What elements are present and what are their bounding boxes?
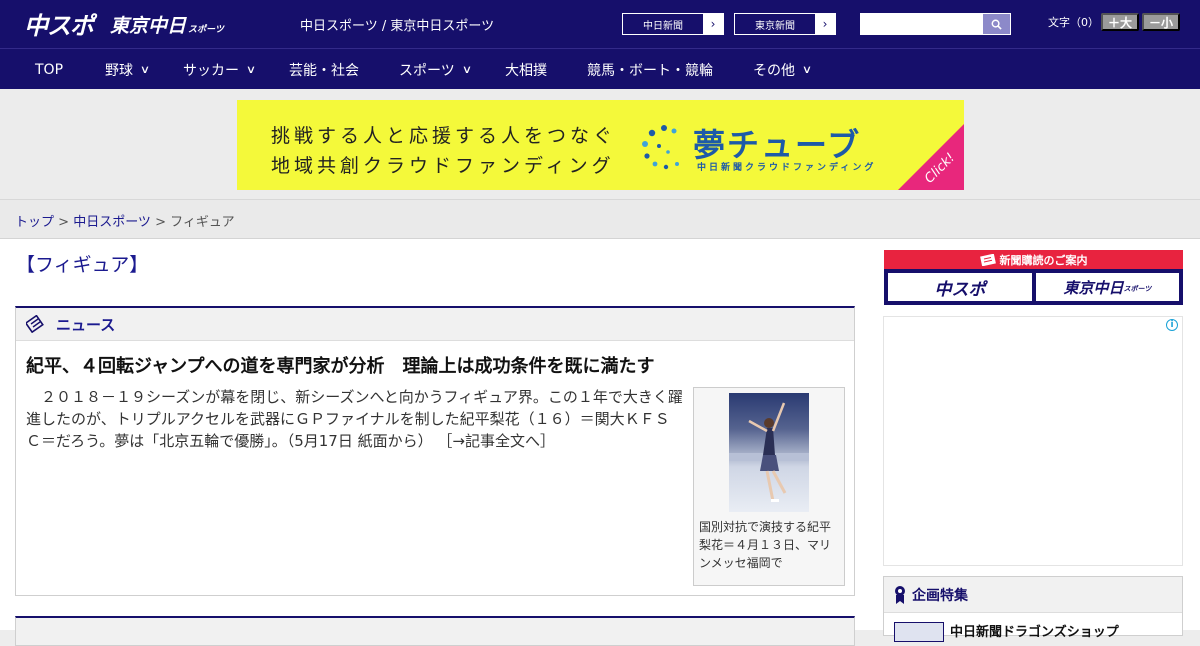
newspaper-icon	[979, 253, 996, 266]
ribbon-icon	[895, 585, 905, 604]
nav-label: その他	[753, 62, 795, 79]
chunichi-shimbun-button[interactable]: 中日新聞 ›	[622, 13, 724, 35]
breadcrumb: トップ > 中日スポーツ > フィギュア	[0, 200, 1200, 239]
chuspo-logo[interactable]: 中スポ	[24, 8, 94, 40]
top-header: 中スポ 東京中日 スポーツ 中日スポーツ / 東京中日スポーツ 中日新聞 › 東京…	[0, 0, 1200, 48]
font-size-label: 文字（0）	[1048, 16, 1099, 29]
search-icon	[991, 19, 1002, 30]
news-label: ニュース	[56, 315, 116, 334]
feature-section: 企画特集 中日新聞ドラゴンズショップ	[883, 576, 1183, 642]
breadcrumb-section[interactable]: 中日スポーツ	[73, 215, 151, 230]
article-summary: ２０１８－１９シーズンが幕を閉じ、新シーズンへと向かうフィギュア界。この１年で大…	[26, 386, 684, 452]
nav-item-racing[interactable]: 競馬・ボート・競輪	[587, 49, 713, 90]
breadcrumb-separator: >	[54, 215, 74, 230]
nav-label: サッカー	[183, 62, 239, 79]
chevron-down-icon: ∨	[461, 63, 473, 76]
nav-label: 芸能・社会	[289, 62, 359, 79]
dots-logo-icon	[642, 125, 679, 170]
nav-label: 野球	[105, 62, 133, 79]
subscription-label: 新聞購読のご案内	[999, 253, 1088, 267]
nav-label: 大相撲	[505, 62, 547, 79]
article-photo[interactable]	[729, 393, 809, 512]
tokyo-chunichi-logo[interactable]: 東京中日 スポーツ	[110, 10, 224, 38]
breadcrumb-separator: >	[150, 215, 171, 230]
nav-label: 競馬・ボート・競輪	[587, 62, 713, 79]
nav-label: TOP	[35, 61, 64, 78]
site-title: 中日スポーツ / 東京中日スポーツ	[300, 19, 495, 34]
subscribe-tokyo-chunichi-button[interactable]: 東京中日 スポーツ	[1036, 273, 1179, 301]
feature-header: 企画特集	[884, 577, 1182, 613]
nav-item-baseball[interactable]: 野球 ∨	[105, 49, 151, 90]
pencil-note-icon	[26, 315, 44, 333]
main-nav: TOP 野球 ∨ サッカー ∨ 芸能・社会 スポーツ ∨ 大相撲 競馬・ボート・競輪 …	[0, 48, 1200, 89]
search-button[interactable]	[982, 13, 1011, 35]
chunichi-shimbun-label: 中日新聞	[643, 20, 683, 32]
subscribe-chuspo-button[interactable]: 中スポ	[888, 273, 1032, 301]
font-decrease-button[interactable]: －小	[1142, 13, 1180, 31]
nav-item-sports[interactable]: スポーツ ∨	[399, 49, 473, 90]
feature-thumbnail[interactable]	[894, 622, 944, 642]
nav-item-other[interactable]: その他 ∨	[753, 49, 813, 90]
chevron-down-icon: ∨	[245, 63, 257, 76]
skater-figure-icon	[729, 402, 809, 502]
chevron-right-icon: ›	[703, 14, 723, 34]
tokyo-chunichi-logo-text: 東京中日	[110, 14, 187, 37]
nav-item-top[interactable]: TOP	[35, 49, 63, 90]
crowdfunding-banner[interactable]: 挑戦する人と応援する人をつなぐ 地域共創クラウドファンディング 夢チューブ 中日…	[237, 100, 964, 190]
photo-caption: 国別対抗で演技する紀平梨花＝４月１３日、マリンメッセ福岡で	[699, 520, 832, 570]
next-section	[15, 616, 855, 646]
banner-line-1: 挑戦する人と応援する人をつなぐ	[271, 125, 617, 147]
page-title: 【フィギュア】	[16, 254, 149, 276]
tokyo-shimbun-button[interactable]: 東京新聞 ›	[734, 13, 836, 35]
article-title[interactable]: 紀平、４回転ジャンプへの道を専門家が分析 理論上は成功条件を既に満たす	[26, 352, 655, 378]
chevron-down-icon: ∨	[139, 63, 151, 76]
subscription-header: 新聞購読のご案内	[884, 250, 1183, 269]
advertisement-slot[interactable]: i	[883, 316, 1183, 566]
banner-line-2: 地域共創クラウドファンディング	[271, 155, 615, 177]
subscribe-tokyo-chunichi-text: 東京中日	[1063, 278, 1124, 297]
read-more-link[interactable]: ［→記事全文へ］	[437, 432, 555, 450]
chevron-down-icon: ∨	[801, 63, 813, 76]
feature-label: 企画特集	[912, 587, 968, 604]
subscribe-tokyo-chunichi-small: スポーツ	[1123, 285, 1152, 293]
nav-item-entertainment[interactable]: 芸能・社会	[289, 49, 359, 90]
article-photo-box: 国別対抗で演技する紀平梨花＝４月１３日、マリンメッセ福岡で	[693, 387, 845, 586]
news-header: ニュース	[16, 308, 854, 341]
feature-item-link[interactable]: 中日新聞ドラゴンズショップ	[950, 621, 1119, 640]
nav-label: スポーツ	[399, 62, 455, 79]
tokyo-chunichi-logo-small: スポーツ	[188, 25, 224, 35]
nav-item-soccer[interactable]: サッカー ∨	[183, 49, 257, 90]
subscription-box: 新聞購読のご案内 中スポ 東京中日 スポーツ	[884, 250, 1183, 305]
breadcrumb-current: フィギュア	[170, 215, 235, 230]
news-section: ニュース 紀平、４回転ジャンプへの道を専門家が分析 理論上は成功条件を既に満たす…	[15, 306, 855, 596]
font-increase-button[interactable]: ＋大	[1101, 13, 1139, 31]
search-input[interactable]	[860, 13, 982, 35]
tokyo-shimbun-label: 東京新聞	[755, 20, 795, 32]
chevron-right-icon: ›	[815, 14, 835, 34]
banner-brand-sub: 中日新聞クラウドファンディング	[697, 163, 877, 173]
article-body-text: ２０１８－１９シーズンが幕を閉じ、新シーズンへと向かうフィギュア界。この１年で大…	[26, 388, 683, 450]
banner-area: 挑戦する人と応援する人をつなぐ 地域共創クラウドファンディング 夢チューブ 中日…	[0, 89, 1200, 200]
ad-info-icon[interactable]: i	[1166, 319, 1178, 331]
nav-item-sumo[interactable]: 大相撲	[505, 49, 547, 90]
breadcrumb-home[interactable]: トップ	[15, 215, 54, 230]
